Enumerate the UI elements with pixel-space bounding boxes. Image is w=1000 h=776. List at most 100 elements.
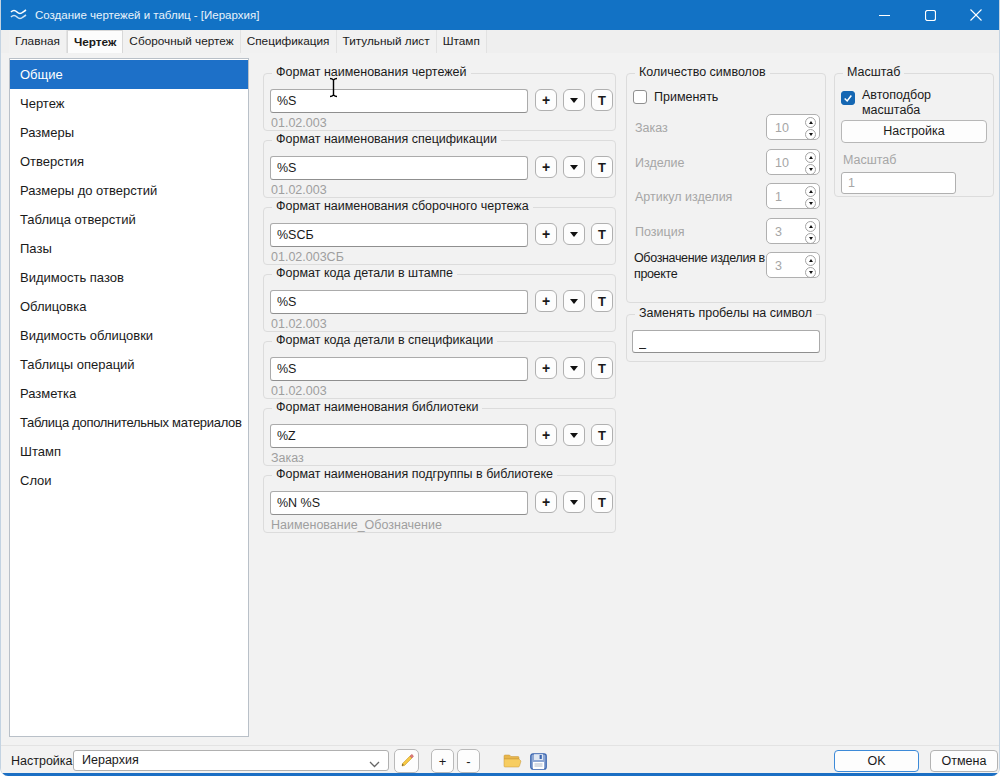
list-item-razmery-do[interactable]: Размеры до отверстий — [10, 176, 248, 205]
symbols-column: Количество символов Применять Заказ 10 И… — [626, 73, 826, 362]
spin-up-icon[interactable] — [805, 221, 816, 232]
list-item-razmetka[interactable]: Разметка — [10, 379, 248, 408]
app-icon — [10, 8, 27, 22]
spin-up-icon[interactable] — [805, 186, 816, 197]
spinbox-poziciya[interactable]: 3 — [766, 218, 820, 244]
replace-symbol-input[interactable] — [632, 330, 820, 353]
row-label: Артикул изделия — [635, 190, 732, 204]
format-input[interactable] — [270, 290, 528, 314]
list-item-otverstiya[interactable]: Отверстия — [10, 147, 248, 176]
scale-input[interactable] — [841, 172, 956, 194]
format-input[interactable] — [270, 491, 528, 515]
spin-down-icon[interactable] — [805, 198, 816, 209]
text-button[interactable]: T — [591, 357, 613, 379]
add-token-button[interactable]: + — [535, 290, 557, 312]
list-item-chertezh[interactable]: Чертеж — [10, 89, 248, 118]
remove-preset-button[interactable]: - — [457, 749, 480, 773]
spinbox-oboznachenie[interactable]: 3 — [766, 252, 820, 278]
group-format-assembly: Формат наименования сборочного чертежа +… — [263, 207, 616, 265]
format-input[interactable] — [270, 156, 528, 180]
text-button[interactable]: T — [591, 491, 613, 513]
spinbox-izdelie[interactable]: 10 — [766, 149, 820, 175]
tab-sborochny[interactable]: Сборочный чертеж — [123, 30, 240, 53]
text-cursor — [328, 77, 339, 101]
spin-up-icon[interactable] — [805, 255, 816, 266]
chevron-down-icon — [570, 232, 578, 237]
list-item-razmery[interactable]: Размеры — [10, 118, 248, 147]
dropdown-button[interactable] — [563, 357, 585, 379]
text-button[interactable]: T — [591, 156, 613, 178]
spin-up-icon[interactable] — [805, 117, 816, 128]
spinbox-artikul[interactable]: 1 — [766, 183, 820, 209]
spin-value[interactable]: 3 — [775, 259, 782, 273]
autoscale-checkbox[interactable] — [841, 91, 855, 105]
tab-titulny[interactable]: Титульный лист — [337, 30, 437, 53]
group-title: Формат наименования подгруппы в библиоте… — [272, 467, 557, 481]
tab-shtamp[interactable]: Штамп — [437, 30, 487, 53]
apply-checkbox[interactable] — [633, 90, 647, 104]
tab-specifikaciya[interactable]: Спецификация — [241, 30, 337, 53]
spin-down-icon[interactable] — [805, 164, 816, 175]
add-token-button[interactable]: + — [535, 491, 557, 513]
row-label: Позиция — [635, 225, 684, 239]
spinbox-zakaz[interactable]: 10 — [766, 114, 820, 140]
spin-value[interactable]: 10 — [775, 156, 789, 170]
add-token-button[interactable]: + — [535, 156, 557, 178]
spin-value[interactable]: 3 — [775, 225, 782, 239]
group-title: Формат кода детали в спецификации — [272, 333, 497, 347]
list-item-sloi[interactable]: Слои — [10, 466, 248, 495]
format-input[interactable] — [270, 424, 528, 448]
cancel-button[interactable]: Отмена — [930, 750, 998, 772]
list-item-vidimost-obl[interactable]: Видимость облицовки — [10, 321, 248, 350]
add-preset-button[interactable]: + — [431, 749, 454, 773]
text-button[interactable]: T — [591, 89, 613, 111]
ok-button[interactable]: OK — [834, 750, 919, 772]
dropdown-button[interactable] — [563, 290, 585, 312]
maximize-button[interactable] — [907, 0, 953, 30]
close-button[interactable] — [953, 0, 999, 30]
group-format-spec: Формат наименования спецификации + T 01.… — [263, 140, 616, 198]
text-button[interactable]: T — [591, 223, 613, 245]
open-preset-button[interactable] — [500, 749, 525, 773]
text-button[interactable]: T — [591, 290, 613, 312]
list-item-oblicovka[interactable]: Облицовка — [10, 292, 248, 321]
save-preset-button[interactable] — [526, 749, 551, 773]
spin-down-icon[interactable] — [805, 129, 816, 140]
format-input[interactable] — [270, 89, 528, 113]
add-token-button[interactable]: + — [535, 357, 557, 379]
list-item-tablica-otv[interactable]: Таблица отверстий — [10, 205, 248, 234]
format-input[interactable] — [270, 357, 528, 381]
format-input[interactable] — [270, 223, 528, 247]
dropdown-button[interactable] — [563, 424, 585, 446]
add-token-button[interactable]: + — [535, 424, 557, 446]
list-item-tablica-dop[interactable]: Таблица дополнительных материалов — [10, 408, 248, 437]
scale-settings-button[interactable]: Настройка — [841, 120, 987, 143]
spin-up-icon[interactable] — [805, 152, 816, 163]
edit-preset-button[interactable] — [394, 749, 419, 773]
spin-value[interactable]: 10 — [775, 121, 789, 135]
text-button[interactable]: T — [591, 424, 613, 446]
dropdown-button[interactable] — [563, 491, 585, 513]
add-token-button[interactable]: + — [535, 89, 557, 111]
titlebar: Создание чертежей и таблиц - [Иерархия] — [1, 0, 999, 30]
chevron-down-icon — [570, 299, 578, 304]
spin-down-icon[interactable] — [805, 233, 816, 244]
chevron-down-icon — [570, 500, 578, 505]
spin-value[interactable]: 1 — [775, 190, 782, 204]
add-token-button[interactable]: + — [535, 223, 557, 245]
group-title: Заменять пробелы на символ — [635, 306, 816, 320]
spin-down-icon[interactable] — [805, 267, 816, 278]
dropdown-button[interactable] — [563, 223, 585, 245]
group-replace-spaces: Заменять пробелы на символ — [626, 314, 826, 362]
preset-combobox[interactable]: Иерархия — [73, 750, 389, 771]
list-item-obshchie[interactable]: Общие — [10, 60, 248, 89]
list-item-vidimost-pazov[interactable]: Видимость пазов — [10, 263, 248, 292]
tab-glavnaya[interactable]: Главная — [9, 30, 67, 53]
dropdown-button[interactable] — [563, 89, 585, 111]
dropdown-button[interactable] — [563, 156, 585, 178]
list-item-tablicy-oper[interactable]: Таблицы операций — [10, 350, 248, 379]
list-item-pazy[interactable]: Пазы — [10, 234, 248, 263]
minimize-button[interactable] — [861, 0, 907, 30]
tab-chertezh[interactable]: Чертеж — [67, 30, 123, 53]
list-item-shtamp[interactable]: Штамп — [10, 437, 248, 466]
